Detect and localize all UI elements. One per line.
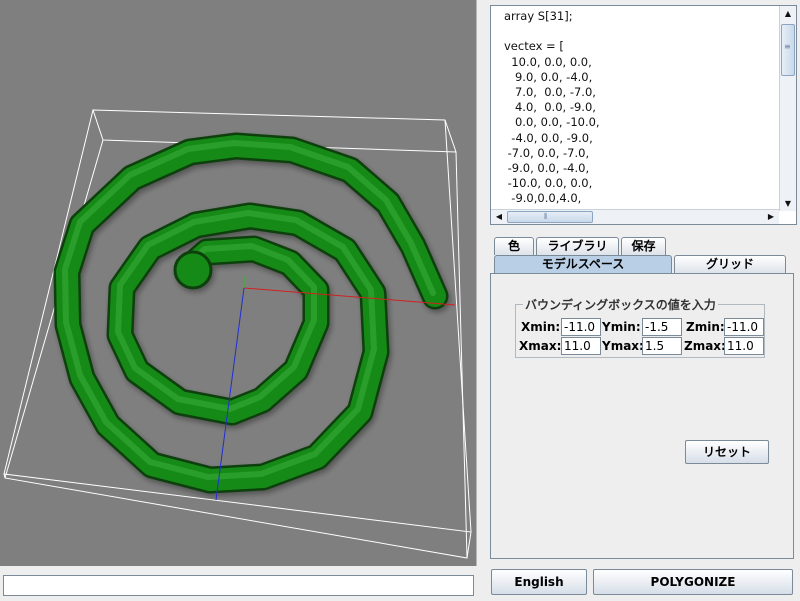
zmax-label: Zmax: bbox=[684, 339, 726, 353]
xmax-label: Xmax: bbox=[519, 339, 562, 353]
tab-library[interactable]: ライブラリ bbox=[536, 237, 619, 255]
code-text[interactable]: array S[31]; vectex = [ 10.0, 0.0, 0.0, … bbox=[491, 6, 779, 211]
tab-color[interactable]: 色 bbox=[494, 237, 534, 255]
zmin-label: Zmin: bbox=[686, 320, 725, 334]
code-editor[interactable]: array S[31]; vectex = [ 10.0, 0.0, 0.0, … bbox=[490, 5, 797, 225]
tab-model-space[interactable]: モデルスペース bbox=[494, 255, 672, 274]
grip-icon: ≡ bbox=[784, 42, 791, 51]
split-pane-divider[interactable] bbox=[477, 0, 487, 601]
tab-grid[interactable]: グリッド bbox=[674, 255, 786, 273]
command-bar bbox=[0, 566, 480, 601]
ymin-field[interactable]: -1.5 bbox=[642, 318, 682, 336]
bounding-box-group: バウンディングボックスの値を入力 Xmin: -11.0 Ymin: -1.5 … bbox=[515, 296, 765, 358]
english-button[interactable]: English bbox=[491, 569, 587, 595]
xmin-label: Xmin: bbox=[521, 320, 561, 334]
xmin-field[interactable]: -11.0 bbox=[561, 318, 601, 336]
horizontal-scroll-thumb[interactable]: ⦀ bbox=[507, 211, 593, 223]
model-space-panel: バウンディングボックスの値を入力 Xmin: -11.0 Ymin: -1.5 … bbox=[490, 273, 794, 559]
triangle-right-icon[interactable]: ▶ bbox=[763, 210, 779, 223]
bounding-box-title: バウンディングボックスの値を入力 bbox=[523, 296, 718, 313]
3d-viewport[interactable] bbox=[0, 0, 477, 566]
ymin-label: Ymin: bbox=[602, 320, 641, 334]
triangle-left-icon[interactable]: ◀ bbox=[491, 210, 507, 223]
spiral-model bbox=[53, 132, 449, 494]
zmin-field[interactable]: -11.0 bbox=[724, 318, 764, 336]
triangle-up-icon[interactable]: ▲ bbox=[780, 6, 796, 21]
vertical-scroll-thumb[interactable]: ≡ bbox=[781, 24, 795, 76]
scene-canvas[interactable] bbox=[0, 0, 477, 566]
command-input[interactable] bbox=[3, 575, 474, 596]
xmax-field[interactable]: 11.0 bbox=[561, 337, 601, 355]
horizontal-scrollbar[interactable]: ◀ ⦀ ▶ bbox=[491, 209, 779, 224]
polygonize-button[interactable]: POLYGONIZE bbox=[593, 569, 793, 595]
reset-button[interactable]: リセット bbox=[685, 440, 769, 464]
tab-save[interactable]: 保存 bbox=[621, 237, 666, 255]
ymax-label: Ymax: bbox=[602, 339, 644, 353]
zmax-field[interactable]: 11.0 bbox=[724, 337, 764, 355]
vertical-scrollbar[interactable]: ▲ ≡ ▼ bbox=[779, 6, 796, 211]
spiral-end-cap bbox=[173, 250, 213, 290]
grip-icon: ⦀ bbox=[544, 212, 548, 221]
ymax-field[interactable]: 1.5 bbox=[642, 337, 682, 355]
triangle-down-icon[interactable]: ▼ bbox=[780, 196, 796, 211]
